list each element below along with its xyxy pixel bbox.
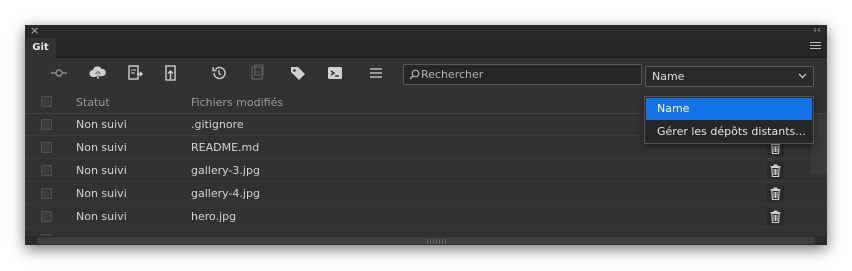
trash-icon[interactable] <box>767 162 784 179</box>
status-cell: Non suivi <box>76 118 127 131</box>
tab-bar: Git <box>25 38 827 58</box>
push-icon[interactable] <box>88 63 108 83</box>
column-header-status[interactable]: Statut <box>76 96 110 109</box>
commit-icon[interactable] <box>49 63 69 83</box>
search-box[interactable] <box>403 64 642 85</box>
file-name-cell: hero.jpg <box>191 210 237 223</box>
panel-menu-icon[interactable] <box>810 42 821 51</box>
row-checkbox[interactable] <box>41 142 52 153</box>
file-name-cell: gallery-4.jpg <box>191 187 260 200</box>
trash-icon[interactable] <box>767 185 784 202</box>
search-input[interactable] <box>421 65 636 84</box>
status-cell: Non suivi <box>76 164 127 177</box>
panel-title-strip: × ‹‹ <box>25 25 827 38</box>
trash-icon[interactable] <box>767 208 784 225</box>
file-name-cell: README.md <box>191 141 260 154</box>
row-checkbox[interactable] <box>41 211 52 222</box>
collapse-icon[interactable]: ‹‹ <box>813 25 821 37</box>
search-icon <box>409 69 420 80</box>
dropdown-option-name[interactable]: Name <box>646 98 812 120</box>
dropdown-option-manage-remotes[interactable]: Gérer les dépôts distants... <box>646 121 812 143</box>
stash-icon[interactable] <box>247 63 267 83</box>
status-cell: Non suivi <box>76 210 127 223</box>
list-icon[interactable] <box>366 63 386 83</box>
remote-select[interactable]: Name <box>645 66 814 87</box>
pull-icon[interactable] <box>161 63 181 83</box>
terminal-icon[interactable] <box>325 63 345 83</box>
close-icon[interactable]: × <box>30 25 39 37</box>
select-all-checkbox[interactable] <box>41 96 52 107</box>
tag-icon[interactable] <box>288 63 308 83</box>
table-row[interactable]: Non suivi gallery-4.jpg <box>25 183 827 205</box>
table-row[interactable]: Non suivi gallery-3.jpg <box>25 160 827 182</box>
file-name-cell: .gitignore <box>191 118 244 131</box>
column-header-files[interactable]: Fichiers modifiés <box>191 96 283 109</box>
row-checkbox[interactable] <box>41 119 52 130</box>
toolbar: Name <box>25 58 827 90</box>
scrollbar-thumb[interactable] <box>37 237 815 244</box>
horizontal-scrollbar[interactable] <box>25 236 827 245</box>
status-cell: Non suivi <box>76 187 127 200</box>
row-checkbox[interactable] <box>41 165 52 176</box>
fetch-icon[interactable] <box>125 63 145 83</box>
row-checkbox[interactable] <box>41 188 52 199</box>
status-cell: Non suivi <box>76 141 127 154</box>
remote-dropdown-menu: Name Gérer les dépôts distants... <box>644 96 814 144</box>
table-row[interactable]: Non suivi hero.jpg <box>25 206 827 228</box>
remote-select-value: Name <box>652 70 685 83</box>
tab-git[interactable]: Git <box>25 38 56 58</box>
chevron-down-icon <box>798 73 807 79</box>
file-name-cell: gallery-3.jpg <box>191 164 260 177</box>
history-icon[interactable] <box>209 63 229 83</box>
